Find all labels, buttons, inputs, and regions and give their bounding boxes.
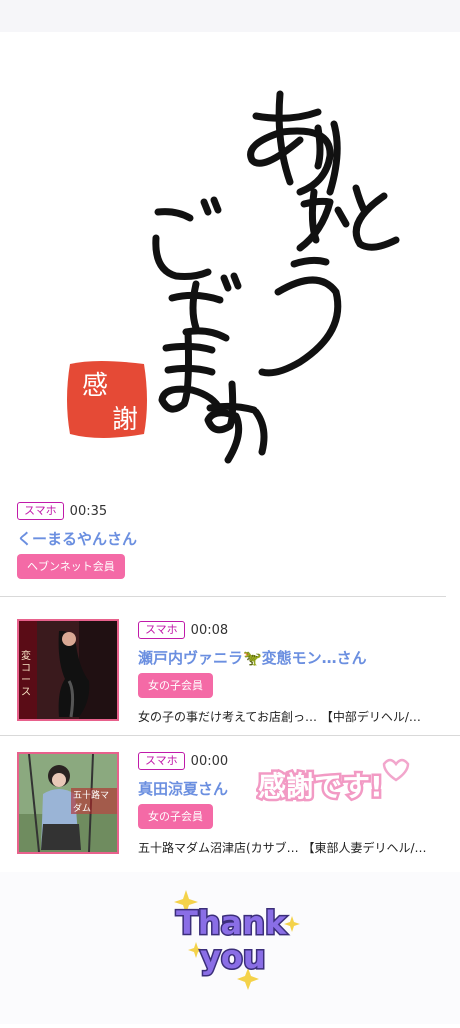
calligraphy-art: 感 謝 [67,90,400,464]
visitor-name-link[interactable]: 瀬戸内ヴァニラ🦖変態モン…さん [138,647,367,668]
thumb-caption: 五十路マダム [71,788,117,814]
visitor-name-link[interactable]: 真田涼夏さん [138,778,228,799]
avatar[interactable]: 変コース [17,619,119,721]
visit-time: 00:35 [69,503,108,519]
kansha-stamp: 感 謝 [67,361,147,438]
member-tag: 女の子会員 [138,673,213,698]
visit-time: 00:00 [190,753,229,769]
device-badge: スマホ [138,621,185,639]
list-item[interactable]: 変コース スマホ 00:08 瀬戸内ヴァニラ🦖変態モン…さん 女の子会員 女の子… [0,597,460,736]
kansha-desu-sticker: 感謝です! [256,752,416,812]
visit-time: 00:08 [190,622,229,638]
list-item[interactable]: スマホ 00:35 くーまるやんさん ヘブンネット会員 [0,492,446,597]
footprint-feed: スマホ 00:35 くーまるやんさん ヘブンネット会員 変コース スマホ 00:… [0,492,460,873]
thank-text: Thank [176,904,287,942]
footer-thank-you: Thank you [0,872,460,1024]
svg-text:謝: 謝 [112,405,138,435]
avatar[interactable]: 五十路マダム [17,752,119,854]
device-badge: スマホ [138,752,185,770]
device-badge: スマホ [17,502,64,520]
shop-description[interactable]: 五十路マダム沼津店(カサブ… 【東部人妻デリヘル/… [138,839,448,856]
member-tag: ヘブンネット会員 [17,554,125,579]
sticker-text: 感謝です! [258,770,383,803]
visitor-name-link[interactable]: くーまるやんさん [17,528,137,549]
stamp-text: 感 [82,371,108,401]
shop-description[interactable]: 女の子の事だけ考えてお店創っ… 【中部デリヘル/… [138,708,448,725]
you-text: you [200,938,266,976]
top-bar [0,0,460,32]
thank-you-image: 感 謝 [0,32,460,492]
member-tag: 女の子会員 [138,804,213,829]
thumb-caption: 変コース [21,651,31,698]
